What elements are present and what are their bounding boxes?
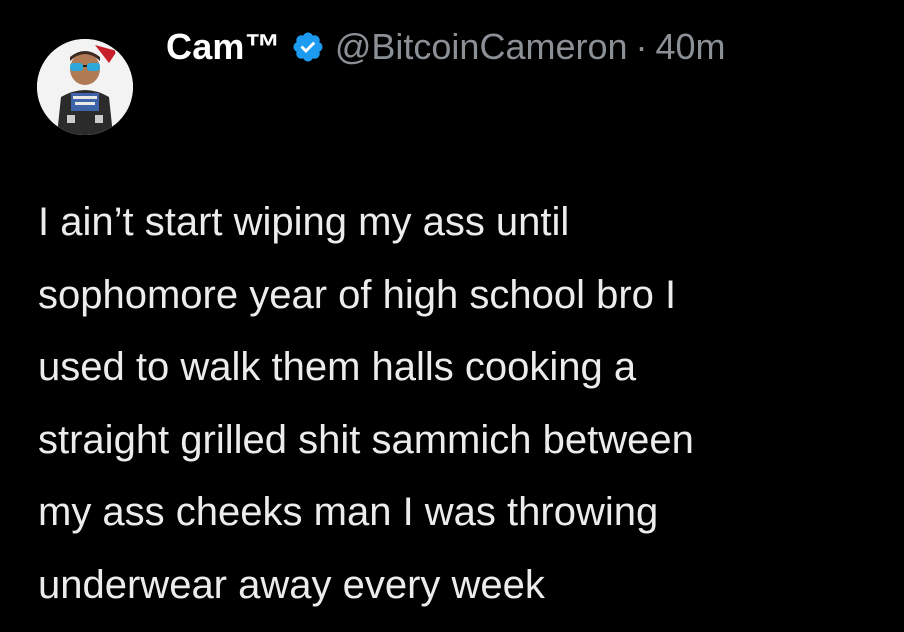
tweet-text-line: I ain’t start wiping my ass until [38, 200, 570, 244]
tweet-text-line: used to walk them halls cooking a [38, 345, 637, 389]
tweet-text-line: underwear away every week [38, 562, 545, 607]
tweet-text-line: straight grilled shit sammich between [38, 417, 694, 462]
verified-badge-icon [291, 30, 325, 64]
tweet: Cam™ @BitcoinCameron · 40m I ain’t start… [0, 0, 904, 632]
avatar[interactable] [37, 39, 133, 135]
tweet-text-line: my ass cheeks man I was throwing [38, 490, 659, 534]
user-handle[interactable]: @BitcoinCameron [335, 26, 628, 68]
tweet-header: Cam™ @BitcoinCameron · 40m [166, 22, 726, 72]
display-name[interactable]: Cam™ [166, 26, 281, 68]
tweet-text: I ain’t start wiping my ass until sophom… [38, 186, 888, 621]
avatar-image [37, 39, 133, 135]
timestamp[interactable]: 40m [656, 26, 726, 68]
tweet-text-line: sophomore year of high school bro I [38, 272, 677, 317]
separator-dot: · [635, 26, 648, 67]
